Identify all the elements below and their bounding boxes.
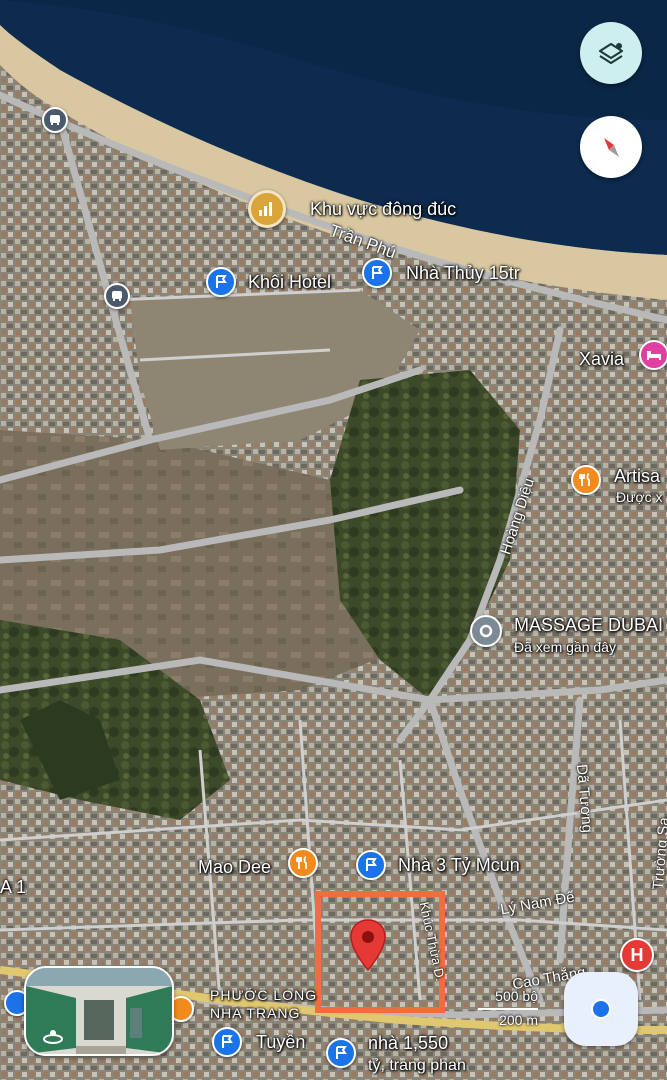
- place-label-thuy[interactable]: Nhà Thủy 15tr: [406, 264, 520, 282]
- hospital-marker[interactable]: H: [620, 938, 654, 972]
- place-label-maodee[interactable]: Mao Dee: [198, 858, 271, 876]
- flag-icon: [222, 1035, 233, 1048]
- place-label-crowd[interactable]: Khu vực đông đúc: [310, 200, 456, 218]
- hospital-icon: H: [630, 944, 644, 965]
- area-label-phuoclong: PHƯỚC LONG: [210, 987, 318, 1003]
- place-label-tuyen[interactable]: Tuyền: [256, 1033, 305, 1051]
- nha3ty-marker[interactable]: [356, 850, 386, 880]
- place-label-khoi[interactable]: Khôi Hotel: [248, 273, 331, 291]
- scale-bar: 500 bộ 200 m: [478, 988, 538, 1032]
- place-label-a1: A 1: [0, 877, 27, 897]
- area-label-nhatrang: NHA TRANG: [210, 1005, 301, 1021]
- flag-icon: [216, 275, 227, 288]
- massage-marker[interactable]: [470, 615, 502, 647]
- place-label-xavia[interactable]: Xavia: [579, 350, 624, 368]
- my-location-button[interactable]: [564, 972, 638, 1046]
- khoi-hotel-marker[interactable]: [206, 267, 236, 297]
- maodee-marker[interactable]: [288, 848, 318, 878]
- tuyen-marker[interactable]: [212, 1027, 242, 1057]
- crowd-marker[interactable]: [248, 190, 286, 228]
- place-label-nha3ty[interactable]: Nhà 3 Tỷ Mcun: [398, 856, 520, 874]
- selected-location-pin[interactable]: [348, 918, 388, 974]
- scale-label-top: 500 bộ: [495, 988, 538, 1004]
- flag-icon: [372, 266, 383, 279]
- nha1550-marker[interactable]: [326, 1038, 356, 1068]
- satellite-map[interactable]: [0, 0, 667, 1080]
- place-label-artisa[interactable]: Artisa: [614, 467, 660, 485]
- place-label-massage[interactable]: MASSAGE DUBAI: [514, 616, 663, 634]
- artisa-marker[interactable]: [571, 465, 601, 495]
- compass-icon: [604, 138, 619, 157]
- restaurant-icon: [579, 473, 590, 486]
- bus-stop-marker[interactable]: [42, 107, 68, 133]
- place-sublabel-nha1550: tỷ, trang phan: [368, 1057, 466, 1074]
- bus-icon: [112, 291, 122, 301]
- place-label-nha1550[interactable]: nhà 1,550: [368, 1034, 448, 1052]
- xavia-marker[interactable]: [639, 340, 667, 370]
- bus-icon: [50, 115, 60, 125]
- bed-icon: [647, 351, 661, 360]
- layers-button[interactable]: [580, 22, 642, 84]
- restaurant-icon: [296, 856, 307, 869]
- nha-thuy-marker[interactable]: [362, 258, 392, 288]
- my-location-icon: [591, 999, 611, 1019]
- street-view-icon: [43, 1030, 63, 1044]
- flag-icon: [366, 858, 377, 871]
- compass-button[interactable]: [580, 116, 642, 178]
- layers-icon: [598, 42, 624, 65]
- place-sublabel-artisa: Được x: [616, 489, 663, 505]
- scale-label-bottom: 200 m: [499, 1012, 538, 1028]
- street-view-thumbnail[interactable]: [24, 966, 174, 1056]
- place-sublabel-massage: Đã xem gần đây: [514, 639, 616, 655]
- flag-icon: [336, 1046, 347, 1059]
- bus-stop-marker-2[interactable]: [104, 283, 130, 309]
- history-icon: [479, 624, 493, 638]
- crowd-icon: [259, 202, 272, 216]
